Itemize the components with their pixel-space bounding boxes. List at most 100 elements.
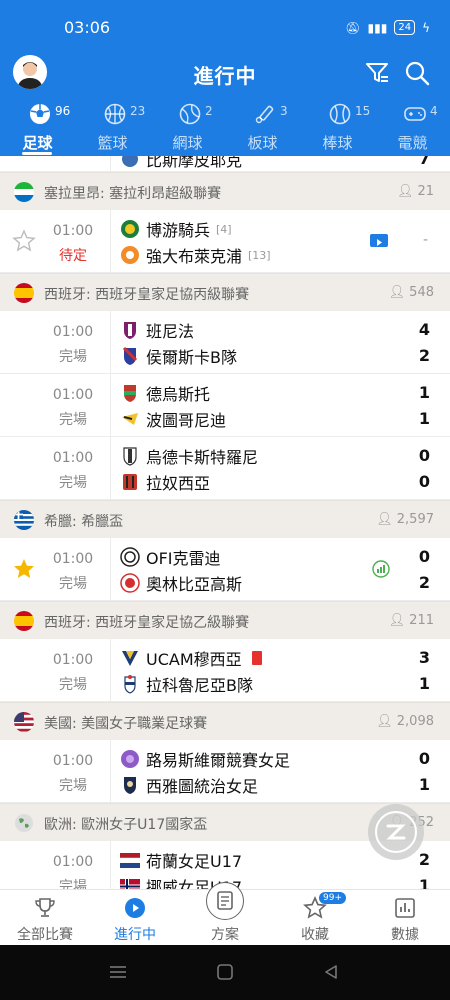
league-header[interactable]: 西班牙: 西班牙皇家足協乙級聯賽 👤︎ 211 <box>0 601 450 639</box>
league-header[interactable]: 西班牙: 西班牙皇家足協丙級聯賽 👤︎ 548 <box>0 273 450 311</box>
filter-icon[interactable] <box>364 60 390 86</box>
match-status: 完場 <box>59 475 87 491</box>
signal-icon: ▮▮▮ <box>367 20 388 35</box>
match-list[interactable]: 比斯摩皮耶克 7 塞拉里昂: 塞拉利昂超級聯賽 👤︎ 21 01:00 待定 博游… <box>0 156 450 889</box>
league-name: 西班牙: 西班牙皇家足協丙級聯賽 <box>44 287 250 303</box>
match-time: 01:00 <box>52 387 94 403</box>
team-name: 比斯摩皮耶克 <box>146 156 243 170</box>
status-time: 03:06 <box>64 18 111 37</box>
team-name: 班尼法 <box>146 322 195 341</box>
team-crest-icon <box>122 413 138 425</box>
team-crest-icon <box>124 777 136 794</box>
away-team: 侯爾斯卡B隊 <box>120 345 237 367</box>
match-row[interactable]: 比斯摩皮耶克 7 <box>0 156 450 172</box>
tab-baseball[interactable]: 15 棒球 <box>300 100 375 156</box>
home-team: 德烏斯托 <box>120 382 210 404</box>
match-row[interactable]: 01:00 完場 路易斯維爾競賽女足 西雅圖統治女足 0 1 <box>0 740 450 803</box>
menu-icon[interactable] <box>108 964 128 980</box>
away-score: 0 <box>418 472 430 491</box>
assistant-icon <box>375 811 417 853</box>
home-score: 4 <box>418 320 430 339</box>
follower-count-value: 2,597 <box>396 512 434 527</box>
match-time: 01:00 <box>52 551 94 567</box>
home-score: 3 <box>418 648 430 667</box>
team-name: 路易斯維爾競賽女足 <box>146 751 291 770</box>
user-icon: 👤︎ <box>376 512 393 527</box>
favorite-star-icon[interactable] <box>12 557 36 581</box>
europe-globe-icon <box>15 814 33 832</box>
tab-count: 96 <box>55 104 71 118</box>
league-header[interactable]: 塞拉里昂: 塞拉利昂超級聯賽 👤︎ 21 <box>0 172 450 210</box>
home-team: OFI克雷迪 <box>120 546 221 568</box>
team-crest-icon <box>123 447 137 466</box>
system-navigation-bar <box>0 945 450 1000</box>
live-video-icon[interactable] <box>370 234 388 247</box>
nav-data[interactable]: 數據 <box>360 890 450 945</box>
row-divider <box>110 210 111 272</box>
tab-label: 足球 <box>22 134 53 152</box>
tab-esports[interactable]: 4 電競 <box>375 100 450 156</box>
plan-icon <box>217 891 233 910</box>
team-name: 德烏斯托 <box>146 385 211 404</box>
back-triangle-icon[interactable] <box>322 964 340 980</box>
league-header[interactable]: 希臘: 希臘盃 👤︎ 2,597 <box>0 500 450 538</box>
tab-cricket[interactable]: 3 板球 <box>225 100 300 156</box>
team-crest-icon <box>120 573 140 593</box>
home-score: 1 <box>418 383 430 402</box>
favorites-badge: 99+ <box>319 892 346 904</box>
follower-count: 👤︎ 548 <box>389 285 434 300</box>
team-crest-icon <box>120 547 140 567</box>
nav-label: 數據 <box>391 927 419 943</box>
tab-soccer[interactable]: 96 足球 <box>0 100 75 156</box>
stats-icon[interactable] <box>372 560 390 578</box>
cricket-icon <box>255 105 274 124</box>
match-row[interactable]: 01:00 完場 德烏斯托 波圖哥尼迪 1 1 <box>0 374 450 437</box>
tab-label: 棒球 <box>322 134 353 152</box>
mute-icon: 🔕︎ <box>345 20 361 35</box>
match-status: 完場 <box>59 576 87 592</box>
match-row[interactable]: 01:00 完場 UCAM穆西亞 拉科魯尼亞B隊 3 1 <box>0 639 450 702</box>
match-row[interactable]: 01:00 完場 烏德卡斯特羅尼 拉奴西亞 0 0 <box>0 437 450 500</box>
home-team: 班尼法 <box>120 319 194 341</box>
match-row[interactable]: 01:00 完場 班尼法 侯爾斯卡B隊 4 2 <box>0 311 450 374</box>
favorite-star-icon[interactable] <box>12 229 36 253</box>
row-divider <box>110 156 111 171</box>
home-square-icon[interactable] <box>216 964 234 980</box>
league-name: 希臘: 希臘盃 <box>44 514 124 530</box>
league-name: 美國: 美國女子職業足球賽 <box>44 716 208 732</box>
home-team: 比斯摩皮耶克 <box>120 156 242 170</box>
nav-plans[interactable]: 方案 <box>180 882 270 945</box>
team-crest-icon <box>122 156 138 167</box>
nav-all-matches[interactable]: 全部比賽 <box>0 890 90 945</box>
follower-count-value: 548 <box>409 285 434 300</box>
user-icon: 👤︎ <box>388 285 406 300</box>
row-divider <box>110 538 111 600</box>
tab-tennis[interactable]: 2 網球 <box>150 100 225 156</box>
nav-in-progress[interactable]: 進行中 <box>90 890 180 945</box>
user-icon: 👤︎ <box>388 613 406 628</box>
home-team: UCAM穆西亞 <box>120 647 262 669</box>
follower-count-value: 21 <box>417 184 434 199</box>
follower-count: 👤︎ 211 <box>389 613 434 628</box>
follower-count: 👤︎ 2,098 <box>376 714 434 729</box>
match-time: 01:00 <box>52 652 94 668</box>
match-row[interactable]: 01:00 完場 OFI克雷迪 奧林比亞高斯 0 2 <box>0 538 450 601</box>
nav-label: 收藏 <box>301 927 329 943</box>
floating-assistant-button[interactable] <box>368 804 424 860</box>
red-card-icon <box>251 651 262 665</box>
away-score: 2 <box>418 573 430 592</box>
row-divider <box>110 437 111 499</box>
match-status: 完場 <box>59 349 87 365</box>
tab-basketball[interactable]: 23 籃球 <box>75 100 150 156</box>
league-header[interactable]: 美國: 美國女子職業足球賽 👤︎ 2,098 <box>0 702 450 740</box>
nav-favorites[interactable]: 99+ 收藏 <box>270 890 360 945</box>
sierra-leone-flag-icon <box>14 182 34 202</box>
team-name: 博游騎兵 <box>146 221 211 240</box>
row-divider <box>110 311 111 373</box>
match-time: 01:00 <box>52 223 94 239</box>
search-icon[interactable] <box>404 60 430 86</box>
team-name: 侯爾斯卡B隊 <box>146 348 237 367</box>
match-row[interactable]: 01:00 待定 博游騎兵 [4] 強大布萊克浦 [13] - <box>0 210 450 273</box>
team-crest-icon <box>124 675 136 694</box>
status-icons: 🔕︎ ▮▮▮ 24 ϟ <box>345 20 430 35</box>
